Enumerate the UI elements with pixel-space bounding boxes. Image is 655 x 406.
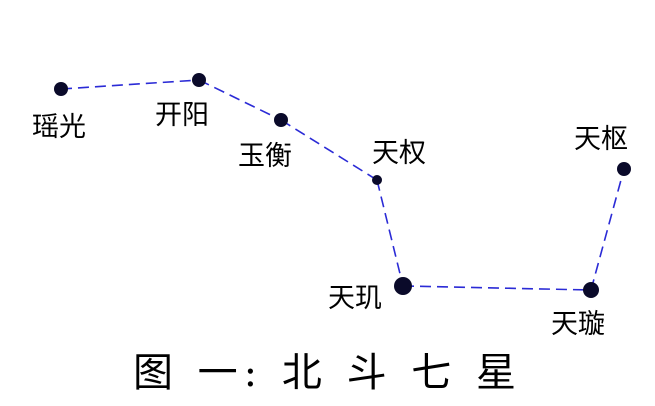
star-kaiyang <box>192 73 206 87</box>
connection-line-tianxuan-tianshu <box>590 168 625 291</box>
star-label-tianquan: 天权 <box>372 138 426 169</box>
star-label-tianxuan: 天璇 <box>551 309 605 340</box>
star-label-tianshu: 天枢 <box>574 124 628 155</box>
star-tianxuan <box>583 282 599 298</box>
connection-line-yaoguang-kaiyang <box>60 79 200 90</box>
connection-line-tianji-tianxuan <box>402 285 592 291</box>
star-label-tianji: 天玑 <box>328 283 382 314</box>
star-tianji <box>394 277 412 295</box>
star-yuheng <box>274 113 288 127</box>
star-labels: 瑶光 开阳玉衡 天权天玑天璇 天枢 <box>32 100 628 340</box>
figure-caption: 图 一: 北 斗 七 星 <box>132 350 523 396</box>
connection-line-yuheng-tianquan <box>280 119 378 181</box>
star-label-kaiyang: 开阳 <box>155 100 209 131</box>
star-label-yuheng: 玉衡 <box>238 141 292 172</box>
star-tianshu <box>617 162 631 176</box>
connection-line-tianquan-tianji <box>376 179 404 287</box>
constellation-stars <box>54 73 631 298</box>
star-label-yaoguang: 瑶光 <box>32 112 86 143</box>
constellation-lines <box>60 79 625 291</box>
star-yaoguang <box>54 82 68 96</box>
connection-line-kaiyang-yuheng <box>198 79 282 121</box>
star-tianquan <box>372 175 382 185</box>
